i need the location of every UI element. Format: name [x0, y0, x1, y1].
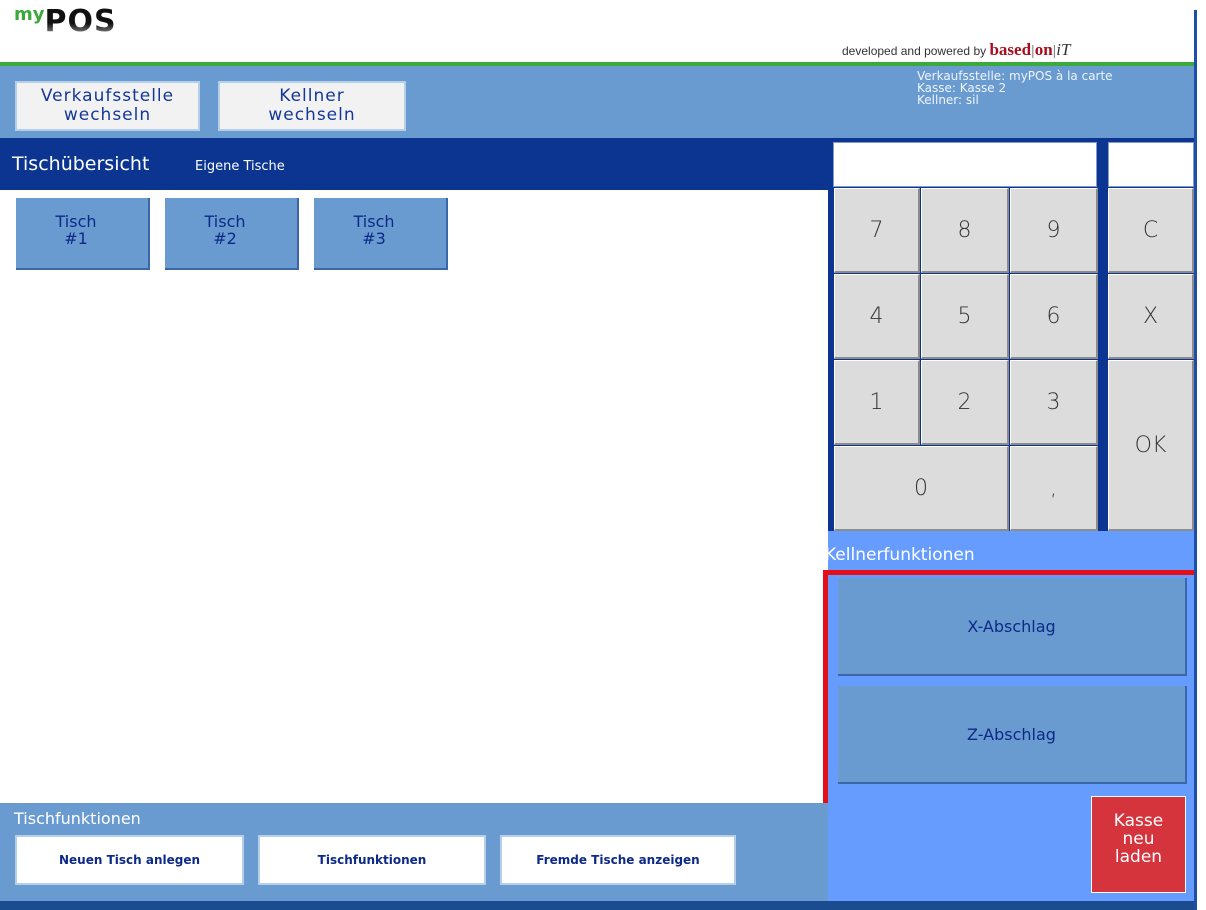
tischfunktionen-button[interactable]: Tischfunktionen	[258, 835, 486, 885]
verkaufsstelle-wechseln-label-2: wechseln	[63, 105, 152, 125]
verkaufsstelle-wechseln-button[interactable]: Verkaufsstelle wechseln	[15, 81, 200, 131]
powered-it: iT	[1056, 40, 1071, 59]
logo-my: my	[14, 4, 45, 25]
right-border-line	[1194, 10, 1197, 910]
powered-by-text: developed and powered by based|on|iT	[842, 40, 1071, 59]
key-1[interactable]: 1	[834, 360, 920, 445]
numpad-side-display[interactable]	[1108, 142, 1194, 187]
key-6[interactable]: 6	[1010, 274, 1098, 359]
kellner-wechseln-label-2: wechseln	[268, 105, 356, 125]
neuen-tisch-anlegen-button[interactable]: Neuen Tisch anlegen	[15, 835, 244, 885]
mypos-logo: myPOS	[14, 4, 117, 39]
overview-title-bar: Tischübersicht Eigene Tische	[0, 138, 828, 190]
app-header: myPOS developed and powered by based|on|…	[0, 0, 1195, 65]
powered-on: on	[1034, 40, 1053, 59]
key-7[interactable]: 7	[834, 188, 920, 273]
key-0[interactable]: 0	[834, 446, 1009, 531]
page-subtitle: Eigene Tische	[195, 159, 285, 174]
key-8[interactable]: 8	[921, 188, 1009, 273]
table-label: Tisch	[204, 212, 246, 231]
top-toolbar: Verkaufsstelle wechseln Kellner wechseln…	[0, 66, 1195, 138]
key-ok[interactable]: OK	[1108, 360, 1194, 531]
powered-prefix: developed and powered by	[842, 44, 987, 58]
kellnerfunktionen-title: Kellnerfunktionen	[825, 545, 975, 565]
numpad-display[interactable]	[833, 142, 1097, 187]
key-4[interactable]: 4	[834, 274, 920, 359]
table-button-3[interactable]: Tisch #3	[314, 198, 448, 270]
page-title: Tischübersicht	[12, 153, 150, 175]
logo-pos: POS	[44, 4, 117, 39]
key-9[interactable]: 9	[1010, 188, 1098, 273]
table-number: #2	[213, 229, 237, 248]
highlight-frame	[823, 570, 1206, 906]
table-button-2[interactable]: Tisch #2	[165, 198, 299, 270]
tischfunktionen-title: Tischfunktionen	[14, 809, 141, 828]
key-3[interactable]: 3	[1010, 360, 1098, 445]
table-label: Tisch	[353, 212, 395, 231]
info-kellner: Kellner: sil	[917, 93, 979, 107]
powered-based: based	[989, 40, 1032, 59]
key-2[interactable]: 2	[921, 360, 1009, 445]
key-x[interactable]: X	[1108, 274, 1194, 359]
kellner-wechseln-button[interactable]: Kellner wechseln	[218, 81, 406, 131]
table-label: Tisch	[55, 212, 97, 231]
bottom-border	[0, 901, 1195, 910]
table-button-1[interactable]: Tisch #1	[16, 198, 150, 270]
table-number: #3	[362, 229, 386, 248]
key-clear[interactable]: C	[1108, 188, 1194, 273]
key-5[interactable]: 5	[921, 274, 1009, 359]
fremde-tische-anzeigen-button[interactable]: Fremde Tische anzeigen	[500, 835, 736, 885]
verkaufsstelle-wechseln-label-1: Verkaufsstelle	[40, 86, 175, 106]
kellner-wechseln-label-1: Kellner	[279, 86, 345, 106]
key-comma[interactable]: ,	[1010, 446, 1098, 531]
table-number: #1	[64, 229, 88, 248]
session-info: Verkaufsstelle: myPOS à la carte Kasse: …	[917, 70, 1113, 106]
